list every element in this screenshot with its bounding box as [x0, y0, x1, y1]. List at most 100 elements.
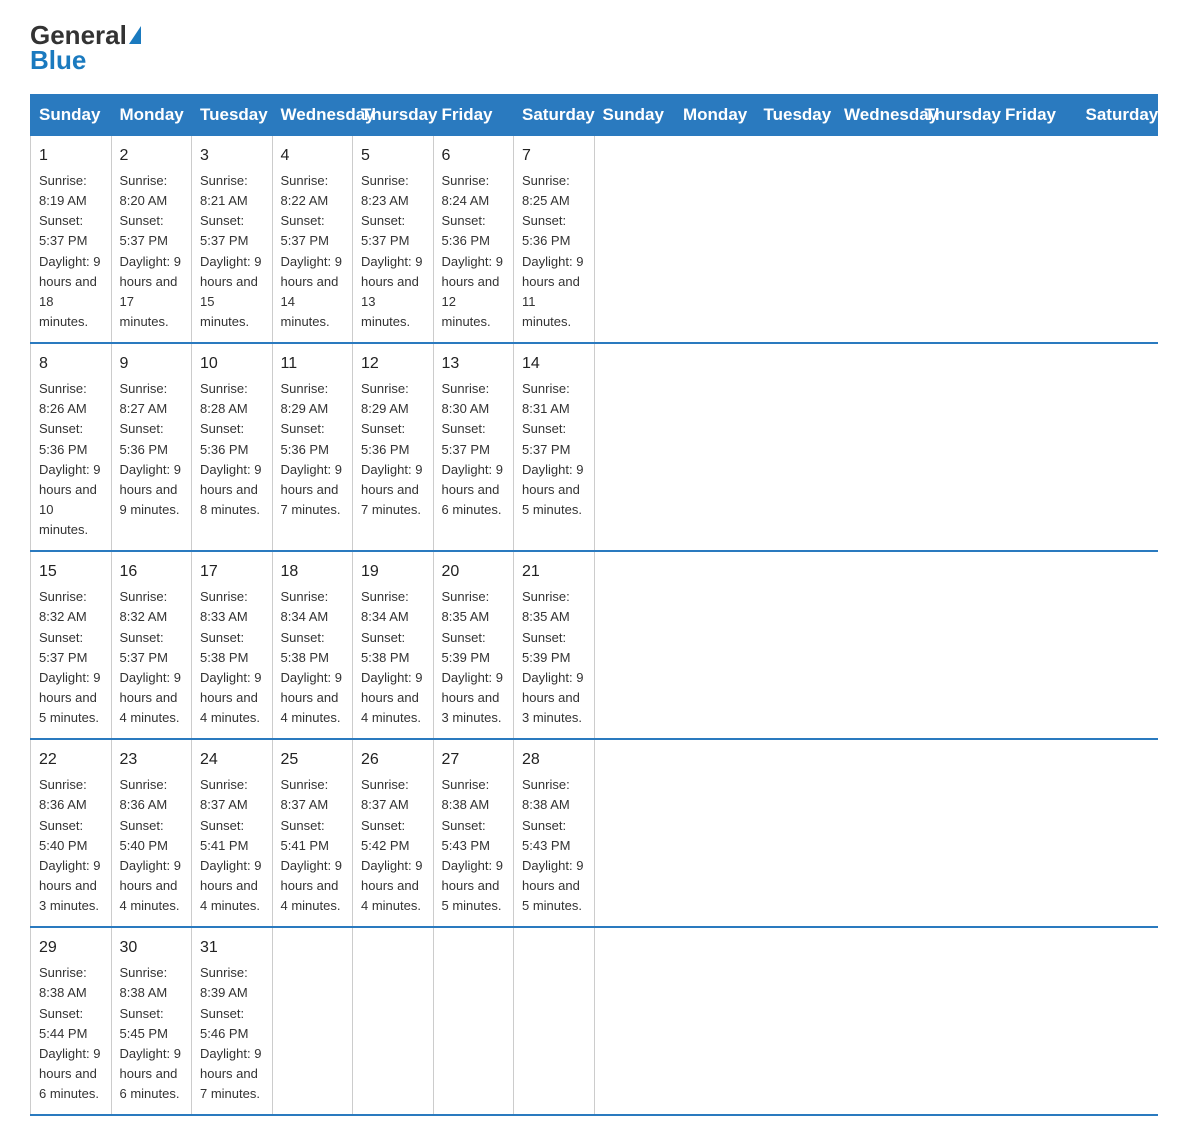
calendar-cell: 27 Sunrise: 8:38 AMSunset: 5:43 PMDayligh…: [433, 739, 514, 927]
day-info: Sunrise: 8:34 AMSunset: 5:38 PMDaylight:…: [281, 589, 342, 725]
day-info: Sunrise: 8:24 AMSunset: 5:36 PMDaylight:…: [442, 173, 503, 329]
day-number: 6: [442, 144, 506, 168]
day-info: Sunrise: 8:38 AMSunset: 5:44 PMDaylight:…: [39, 965, 100, 1101]
day-number: 3: [200, 144, 264, 168]
calendar-cell: 19 Sunrise: 8:34 AMSunset: 5:38 PMDayligh…: [353, 551, 434, 739]
calendar-cell: 31 Sunrise: 8:39 AMSunset: 5:46 PMDayligh…: [192, 927, 273, 1115]
day-info: Sunrise: 8:32 AMSunset: 5:37 PMDaylight:…: [120, 589, 181, 725]
day-number: 25: [281, 748, 345, 772]
day-info: Sunrise: 8:27 AMSunset: 5:36 PMDaylight:…: [120, 381, 181, 517]
day-info: Sunrise: 8:26 AMSunset: 5:36 PMDaylight:…: [39, 381, 100, 537]
day-info: Sunrise: 8:21 AMSunset: 5:37 PMDaylight:…: [200, 173, 261, 329]
day-number: 12: [361, 352, 425, 376]
day-info: Sunrise: 8:33 AMSunset: 5:38 PMDaylight:…: [200, 589, 261, 725]
day-number: 16: [120, 560, 184, 584]
day-info: Sunrise: 8:25 AMSunset: 5:36 PMDaylight:…: [522, 173, 583, 329]
calendar-cell: 18Sunrise: 8:34 AMSunset: 5:38 PMDayligh…: [272, 551, 353, 739]
day-header-thursday: Thursday: [353, 95, 434, 136]
calendar-cell: 17Sunrise: 8:33 AMSunset: 5:38 PMDayligh…: [192, 551, 273, 739]
calendar-cell: [272, 927, 353, 1115]
day-header-sunday: Sunday: [594, 95, 675, 136]
day-number: 20: [442, 560, 506, 584]
day-info: Sunrise: 8:35 AMSunset: 5:39 PMDaylight:…: [442, 589, 503, 725]
calendar-cell: [433, 927, 514, 1115]
day-info: Sunrise: 8:37 AMSunset: 5:41 PMDaylight:…: [281, 777, 342, 913]
day-number: 22: [39, 748, 103, 772]
day-number: 5: [361, 144, 425, 168]
day-number: 11: [281, 352, 345, 376]
day-info: Sunrise: 8:36 AMSunset: 5:40 PMDaylight:…: [120, 777, 181, 913]
calendar-cell: 24Sunrise: 8:37 AMSunset: 5:41 PMDayligh…: [192, 739, 273, 927]
day-info: Sunrise: 8:29 AMSunset: 5:36 PMDaylight:…: [361, 381, 422, 517]
day-info: Sunrise: 8:39 AMSunset: 5:46 PMDaylight:…: [200, 965, 261, 1101]
day-number: 31: [200, 936, 264, 960]
day-header-monday: Monday: [675, 95, 756, 136]
calendar-cell: 30Sunrise: 8:38 AMSunset: 5:45 PMDayligh…: [111, 927, 192, 1115]
calendar-cell: [514, 927, 595, 1115]
calendar-cell: 25 Sunrise: 8:37 AMSunset: 5:41 PMDayligh…: [272, 739, 353, 927]
day-info: Sunrise: 8:19 AMSunset: 5:37 PMDaylight:…: [39, 173, 100, 329]
calendar-cell: 7Sunrise: 8:25 AMSunset: 5:36 PMDaylight…: [514, 136, 595, 344]
day-number: 10: [200, 352, 264, 376]
calendar-week-row: 15 Sunrise: 8:32 AMSunset: 5:37 PMDayligh…: [31, 551, 1158, 739]
day-header-monday: Monday: [111, 95, 192, 136]
day-info: Sunrise: 8:20 AMSunset: 5:37 PMDaylight:…: [120, 173, 181, 329]
calendar-header-row: SundayMondayTuesdayWednesdayThursdayFrid…: [31, 95, 1158, 136]
calendar-cell: 4 Sunrise: 8:22 AMSunset: 5:37 PMDaylight…: [272, 136, 353, 344]
day-number: 13: [442, 352, 506, 376]
calendar-week-row: 22 Sunrise: 8:36 AMSunset: 5:40 PMDayligh…: [31, 739, 1158, 927]
day-info: Sunrise: 8:38 AMSunset: 5:45 PMDaylight:…: [120, 965, 181, 1101]
logo: General Blue: [30, 20, 141, 76]
calendar-week-row: 1 Sunrise: 8:19 AMSunset: 5:37 PMDaylight…: [31, 136, 1158, 344]
day-header-friday: Friday: [433, 95, 514, 136]
day-number: 27: [442, 748, 506, 772]
day-number: 23: [120, 748, 184, 772]
calendar-cell: 6 Sunrise: 8:24 AMSunset: 5:36 PMDaylight…: [433, 136, 514, 344]
calendar-cell: 8Sunrise: 8:26 AMSunset: 5:36 PMDaylight…: [31, 343, 112, 551]
day-header-friday: Friday: [997, 95, 1078, 136]
logo-blue-text: Blue: [30, 45, 86, 76]
day-number: 4: [281, 144, 345, 168]
calendar-cell: 3 Sunrise: 8:21 AMSunset: 5:37 PMDaylight…: [192, 136, 273, 344]
day-info: Sunrise: 8:22 AMSunset: 5:37 PMDaylight:…: [281, 173, 342, 329]
day-number: 1: [39, 144, 103, 168]
day-info: Sunrise: 8:30 AMSunset: 5:37 PMDaylight:…: [442, 381, 503, 517]
calendar-cell: 14Sunrise: 8:31 AMSunset: 5:37 PMDayligh…: [514, 343, 595, 551]
day-info: Sunrise: 8:36 AMSunset: 5:40 PMDaylight:…: [39, 777, 100, 913]
calendar-cell: 9Sunrise: 8:27 AMSunset: 5:36 PMDaylight…: [111, 343, 192, 551]
calendar-cell: 10Sunrise: 8:28 AMSunset: 5:36 PMDayligh…: [192, 343, 273, 551]
day-number: 15: [39, 560, 103, 584]
page-header: General Blue: [30, 20, 1158, 76]
calendar-cell: 11 Sunrise: 8:29 AMSunset: 5:36 PMDayligh…: [272, 343, 353, 551]
day-header-tuesday: Tuesday: [755, 95, 836, 136]
day-header-saturday: Saturday: [1077, 95, 1158, 136]
day-number: 26: [361, 748, 425, 772]
day-info: Sunrise: 8:34 AMSunset: 5:38 PMDaylight:…: [361, 589, 422, 725]
logo-triangle-icon: [129, 26, 141, 44]
calendar-cell: 12 Sunrise: 8:29 AMSunset: 5:36 PMDayligh…: [353, 343, 434, 551]
day-number: 14: [522, 352, 586, 376]
day-info: Sunrise: 8:32 AMSunset: 5:37 PMDaylight:…: [39, 589, 100, 725]
day-info: Sunrise: 8:23 AMSunset: 5:37 PMDaylight:…: [361, 173, 422, 329]
calendar-cell: 5 Sunrise: 8:23 AMSunset: 5:37 PMDaylight…: [353, 136, 434, 344]
calendar-cell: 22 Sunrise: 8:36 AMSunset: 5:40 PMDayligh…: [31, 739, 112, 927]
calendar-cell: 21Sunrise: 8:35 AMSunset: 5:39 PMDayligh…: [514, 551, 595, 739]
day-header-wednesday: Wednesday: [272, 95, 353, 136]
day-info: Sunrise: 8:38 AMSunset: 5:43 PMDaylight:…: [522, 777, 583, 913]
day-number: 19: [361, 560, 425, 584]
calendar-cell: 13 Sunrise: 8:30 AMSunset: 5:37 PMDayligh…: [433, 343, 514, 551]
day-info: Sunrise: 8:37 AMSunset: 5:41 PMDaylight:…: [200, 777, 261, 913]
day-info: Sunrise: 8:38 AMSunset: 5:43 PMDaylight:…: [442, 777, 503, 913]
calendar-week-row: 8Sunrise: 8:26 AMSunset: 5:36 PMDaylight…: [31, 343, 1158, 551]
day-header-sunday: Sunday: [31, 95, 112, 136]
calendar-cell: 1 Sunrise: 8:19 AMSunset: 5:37 PMDaylight…: [31, 136, 112, 344]
day-header-saturday: Saturday: [514, 95, 595, 136]
calendar-table: SundayMondayTuesdayWednesdayThursdayFrid…: [30, 94, 1158, 1116]
calendar-cell: 29Sunrise: 8:38 AMSunset: 5:44 PMDayligh…: [31, 927, 112, 1115]
calendar-cell: 28Sunrise: 8:38 AMSunset: 5:43 PMDayligh…: [514, 739, 595, 927]
calendar-cell: 2Sunrise: 8:20 AMSunset: 5:37 PMDaylight…: [111, 136, 192, 344]
day-info: Sunrise: 8:29 AMSunset: 5:36 PMDaylight:…: [281, 381, 342, 517]
day-header-wednesday: Wednesday: [836, 95, 917, 136]
day-header-tuesday: Tuesday: [192, 95, 273, 136]
calendar-cell: 23 Sunrise: 8:36 AMSunset: 5:40 PMDayligh…: [111, 739, 192, 927]
